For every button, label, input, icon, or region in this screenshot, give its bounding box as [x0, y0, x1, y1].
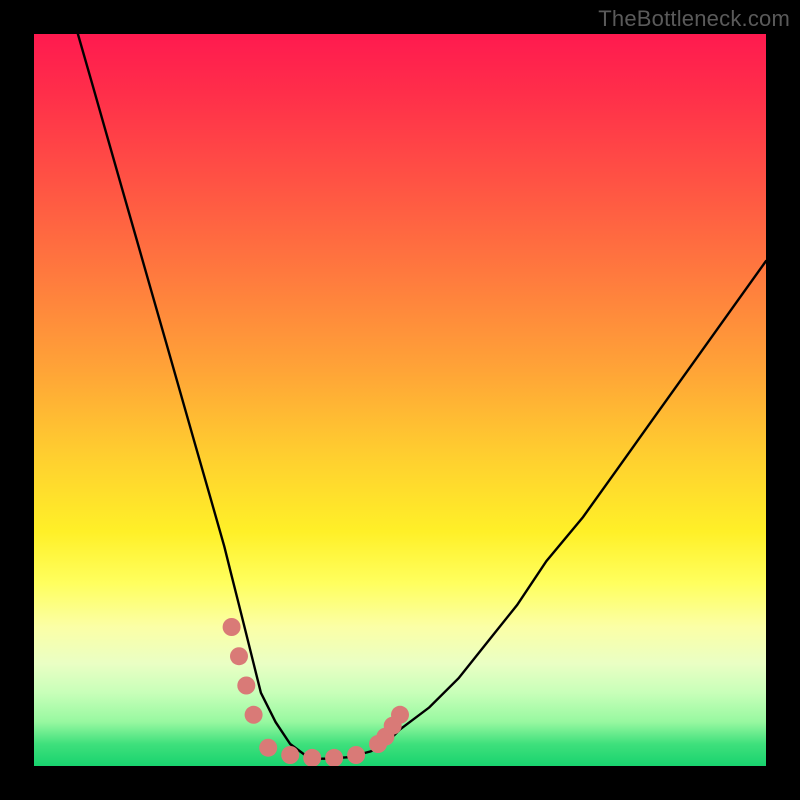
highlight-right	[369, 706, 409, 753]
chart-frame: TheBottleneck.com	[0, 0, 800, 800]
curve-path	[78, 34, 766, 759]
plot-area	[34, 34, 766, 766]
watermark-text: TheBottleneck.com	[598, 6, 790, 32]
highlight-bottom	[259, 739, 365, 766]
chart-overlay	[34, 34, 766, 766]
